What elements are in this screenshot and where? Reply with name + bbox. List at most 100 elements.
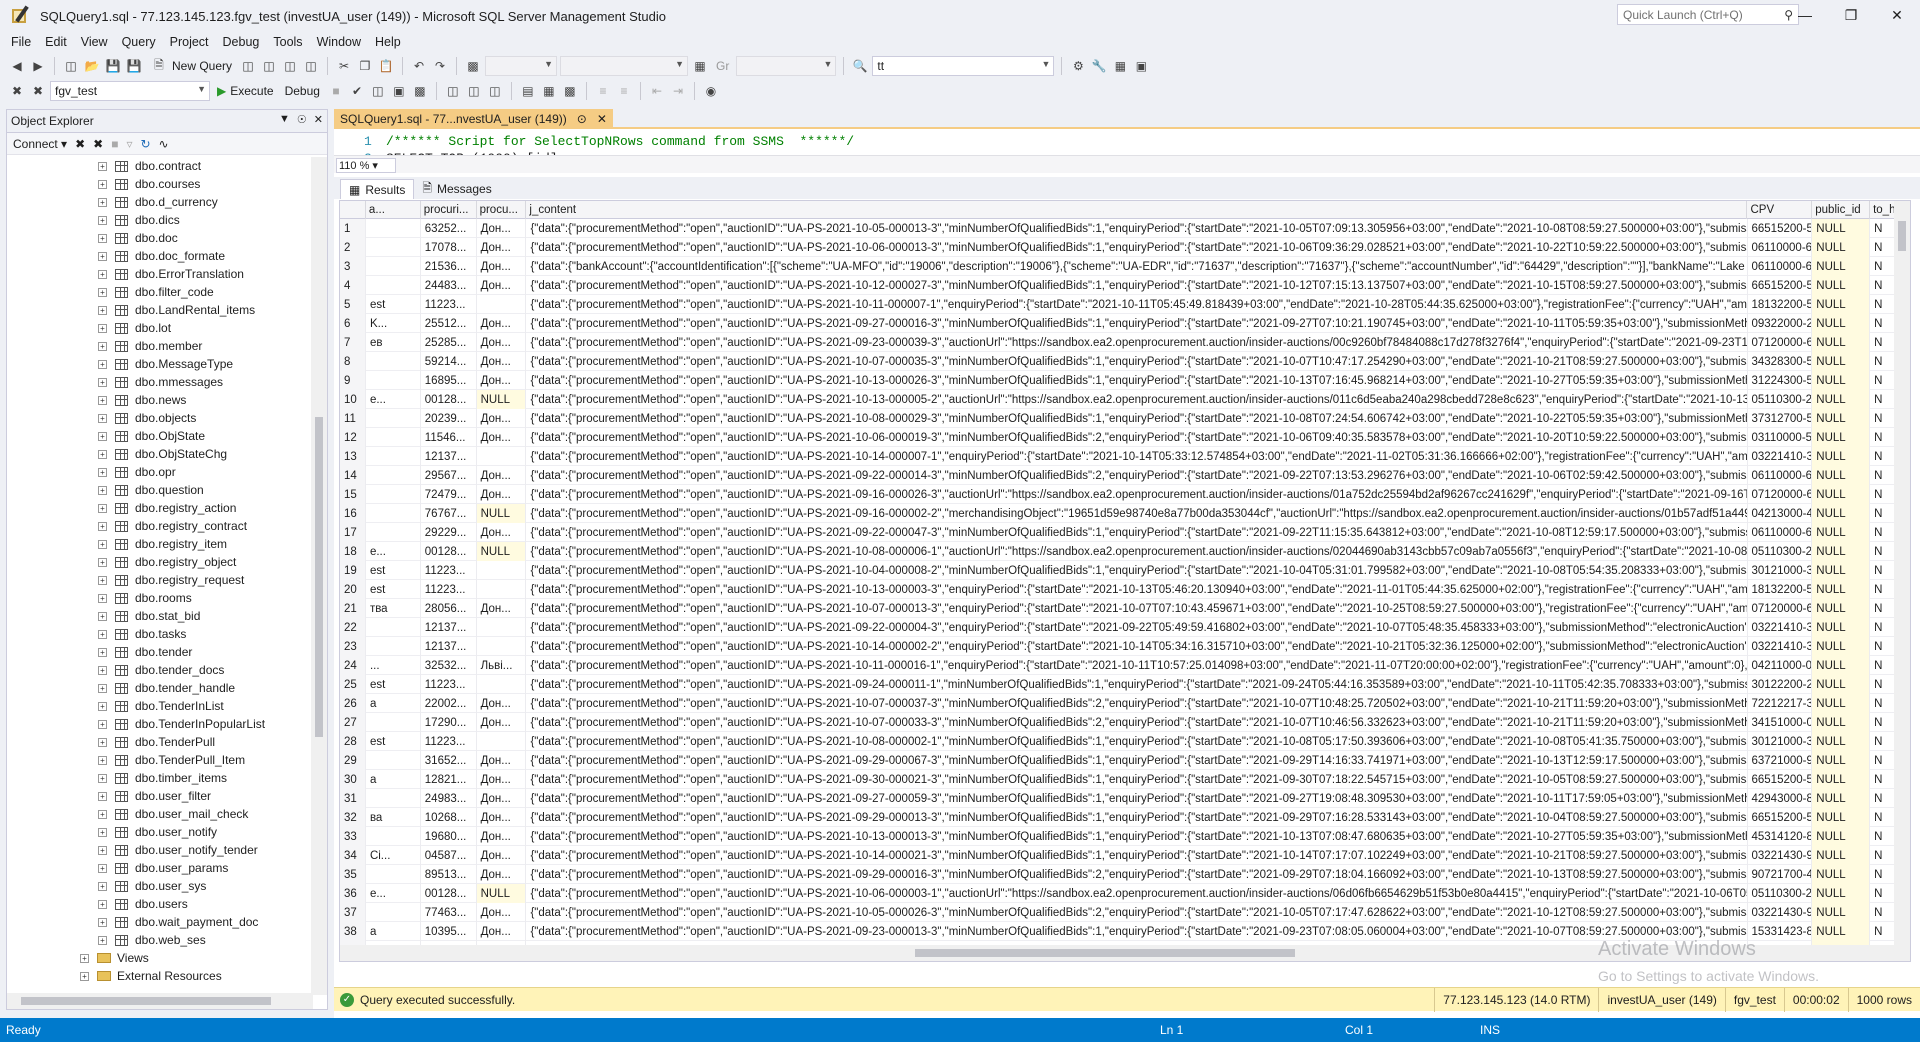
table-cell[interactable]: 34328300-5 <box>1748 352 1813 371</box>
editor-horizontal-scrollbar[interactable]: 110 % ▾ <box>334 155 1920 173</box>
tree-table-node[interactable]: + dbo.web_ses <box>7 931 313 949</box>
table-cell[interactable]: 29567... <box>421 466 477 485</box>
table-cell[interactable]: Сі... <box>366 846 421 865</box>
find-in-files-icon[interactable]: 🔍 <box>851 57 869 75</box>
table-cell[interactable]: 90721700-4 <box>1748 865 1813 884</box>
row-number[interactable]: 37 <box>340 903 366 922</box>
panel-close-icon[interactable]: ✕ <box>314 113 323 126</box>
expand-icon[interactable]: + <box>98 521 107 531</box>
expand-icon[interactable]: + <box>98 359 107 369</box>
table-cell[interactable] <box>366 903 421 922</box>
tree-table-node[interactable]: + dbo.tender_handle <box>7 679 313 697</box>
row-number[interactable]: 20 <box>340 580 366 599</box>
table-cell[interactable]: Дон... <box>477 371 527 390</box>
table-row[interactable]: 18 e... 00128... NULL {"data":{"procurementM… <box>340 542 1910 561</box>
table-cell[interactable]: 30121000-3 <box>1748 561 1813 580</box>
table-cell[interactable]: NULL <box>476 390 527 409</box>
table-cell[interactable]: {"data":{"procurementMethod":"open","auc… <box>526 865 1748 884</box>
row-number[interactable]: 34 <box>340 846 366 865</box>
menu-help[interactable]: Help <box>368 35 408 49</box>
table-cell[interactable]: 89513... <box>421 865 477 884</box>
tree-table-node[interactable]: + dbo.rooms <box>7 589 313 607</box>
table-cell[interactable]: 09322000-2 <box>1748 314 1813 333</box>
table-cell[interactable]: NULL <box>1812 314 1871 333</box>
table-cell[interactable]: Дон... <box>477 865 527 884</box>
table-row[interactable]: 11 20239... Дон... {"data":{"procurementMet… <box>340 409 1910 428</box>
table-cell[interactable]: NULL <box>1812 884 1871 903</box>
table-cell[interactable]: 76767... <box>421 504 477 523</box>
expand-icon[interactable]: + <box>98 467 107 477</box>
column-header[interactable]: CPV <box>1747 201 1813 219</box>
table-row[interactable]: 12 11546... Дон... {"data":{"procurementMet… <box>340 428 1910 447</box>
pin-icon[interactable]: ☉ <box>297 113 307 126</box>
row-number[interactable]: 11 <box>340 409 366 428</box>
table-row[interactable]: 13 12137... {"data":{"procurementMethod":"… <box>340 447 1910 466</box>
table-cell[interactable]: NULL <box>1812 466 1871 485</box>
table-cell[interactable]: {"data":{"bankAccount":{"accountIdentifi… <box>526 257 1748 276</box>
table-cell[interactable]: {"data":{"procurementMethod":"open","auc… <box>526 409 1748 428</box>
table-cell[interactable]: Дон... <box>477 751 527 770</box>
table-cell[interactable]: 18132200-5 <box>1748 580 1813 599</box>
table-cell[interactable]: 77463... <box>421 903 477 922</box>
table-cell[interactable]: 25512... <box>421 314 477 333</box>
table-cell[interactable] <box>366 466 421 485</box>
table-cell[interactable]: Дон... <box>477 409 527 428</box>
restore-button[interactable]: ❐ <box>1828 0 1874 30</box>
table-cell[interactable]: {"data":{"procurementMethod":"open","auc… <box>526 523 1748 542</box>
comment-icon[interactable]: ≡ <box>594 82 612 100</box>
row-number[interactable]: 10 <box>340 390 366 409</box>
tree-table-node[interactable]: + dbo.registry_item <box>7 535 313 553</box>
table-cell[interactable]: {"data":{"procurementMethod":"open","auc… <box>526 827 1748 846</box>
menu-file[interactable]: File <box>4 35 38 49</box>
table-cell[interactable]: Льві... <box>477 656 527 675</box>
table-cell[interactable]: {"data":{"procurementMethod":"open","auc… <box>526 713 1748 732</box>
table-cell[interactable]: 07120000-6 <box>1748 485 1813 504</box>
table-cell[interactable]: NULL <box>1812 542 1871 561</box>
table-row[interactable]: 7 ев 25285... Дон... {"data":{"procurementMe… <box>340 333 1910 352</box>
tree-table-node[interactable]: + dbo.LandRental_items <box>7 301 313 319</box>
table-cell[interactable]: {"data":{"procurementMethod":"open","auc… <box>526 428 1748 447</box>
expand-icon[interactable]: + <box>80 953 89 963</box>
row-number[interactable]: 16 <box>340 504 366 523</box>
table-cell[interactable]: Дон... <box>477 694 527 713</box>
minimize-button[interactable]: — <box>1782 0 1828 30</box>
table-cell[interactable]: {"data":{"procurementMethod":"open","auc… <box>526 314 1748 333</box>
row-number[interactable]: 33 <box>340 827 366 846</box>
expand-icon[interactable]: + <box>98 179 107 189</box>
table-cell[interactable]: 05110300-2 <box>1748 390 1813 409</box>
tree-table-node[interactable]: + dbo.registry_object <box>7 553 313 571</box>
tree-table-node[interactable]: + dbo.MessageType <box>7 355 313 373</box>
table-cell[interactable] <box>366 276 421 295</box>
table-cell[interactable]: NULL <box>1812 808 1871 827</box>
table-cell[interactable]: 11223... <box>421 580 477 599</box>
table-cell[interactable]: a <box>366 694 421 713</box>
table-cell[interactable]: a <box>366 922 421 941</box>
tree-table-node[interactable]: + dbo.wait_payment_doc <box>7 913 313 931</box>
table-cell[interactable]: NULL <box>1812 694 1871 713</box>
zoom-combo[interactable]: 110 % ▾ <box>336 158 396 173</box>
increase-indent-icon[interactable]: ⇥ <box>669 82 687 100</box>
tree-table-node[interactable]: + dbo.mmessages <box>7 373 313 391</box>
row-number[interactable]: 28 <box>340 732 366 751</box>
table-cell[interactable] <box>366 371 421 390</box>
table-row[interactable]: 27 17290... Дон... {"data":{"procurementMet… <box>340 713 1910 732</box>
row-number[interactable]: 30 <box>340 770 366 789</box>
expand-icon[interactable]: + <box>98 449 107 459</box>
dmx-query-icon[interactable]: ◫ <box>260 57 278 75</box>
table-row[interactable]: 21 тва 28056... Дон... {"data":{"procurement… <box>340 599 1910 618</box>
table-cell[interactable]: est <box>366 295 421 314</box>
expand-icon[interactable]: + <box>98 935 107 945</box>
table-cell[interactable]: 66515200-5 <box>1748 276 1813 295</box>
table-cell[interactable]: 30122200-2 <box>1748 675 1813 694</box>
table-row[interactable]: 33 19680... Дон... {"data":{"procurementMet… <box>340 827 1910 846</box>
tree-table-node[interactable]: + dbo.member <box>7 337 313 355</box>
table-cell[interactable]: 10395... <box>421 922 477 941</box>
table-cell[interactable] <box>477 561 527 580</box>
table-row[interactable]: 23 12137... {"data":{"procurementMethod":"… <box>340 637 1910 656</box>
table-cell[interactable] <box>477 675 527 694</box>
results-to-file-icon[interactable]: ▩ <box>561 82 579 100</box>
table-cell[interactable]: 04213000-4 <box>1748 504 1813 523</box>
table-cell[interactable]: 17078... <box>421 238 477 257</box>
table-cell[interactable] <box>366 865 421 884</box>
expand-icon[interactable]: + <box>98 791 107 801</box>
